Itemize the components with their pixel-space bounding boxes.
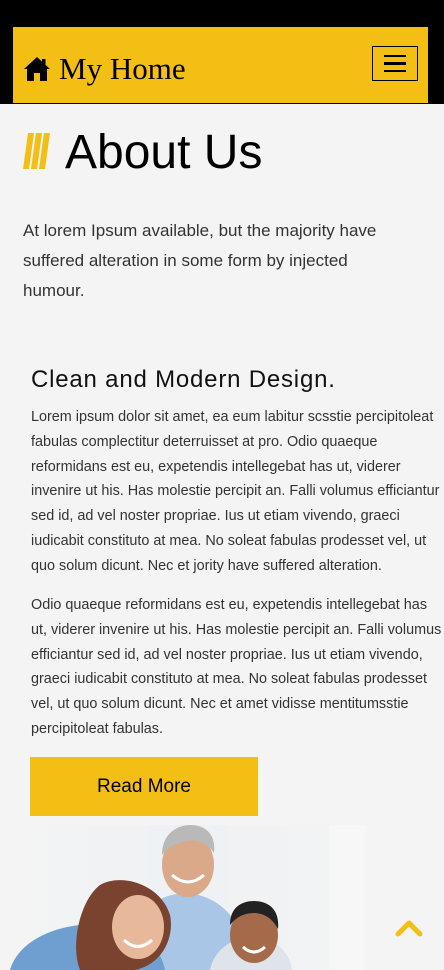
intro-text: At lorem Ipsum available, but the majori…	[23, 221, 377, 300]
section-paragraph-2: Odio quaeque reformidans est eu, expeten…	[31, 597, 442, 737]
read-more-button[interactable]: Read More	[30, 757, 258, 816]
brand-name: My Home	[59, 51, 186, 86]
hamburger-menu-button[interactable]	[372, 46, 418, 81]
chevron-up-icon	[394, 920, 424, 941]
site-header: My Home	[13, 27, 428, 103]
brand-link[interactable]: My Home	[23, 51, 186, 87]
slash-accent-icon	[23, 132, 51, 174]
home-icon	[23, 56, 51, 82]
section-paragraph-1: Lorem ipsum dolor sit amet, ea eum labit…	[31, 409, 440, 574]
section-title: Clean and Modern Design.	[31, 366, 336, 393]
page-title: About Us	[65, 126, 263, 179]
scroll-to-top-button[interactable]	[394, 918, 424, 938]
hamburger-menu-icon	[384, 54, 406, 58]
team-photo	[10, 825, 365, 970]
about-heading: About Us	[23, 125, 262, 181]
